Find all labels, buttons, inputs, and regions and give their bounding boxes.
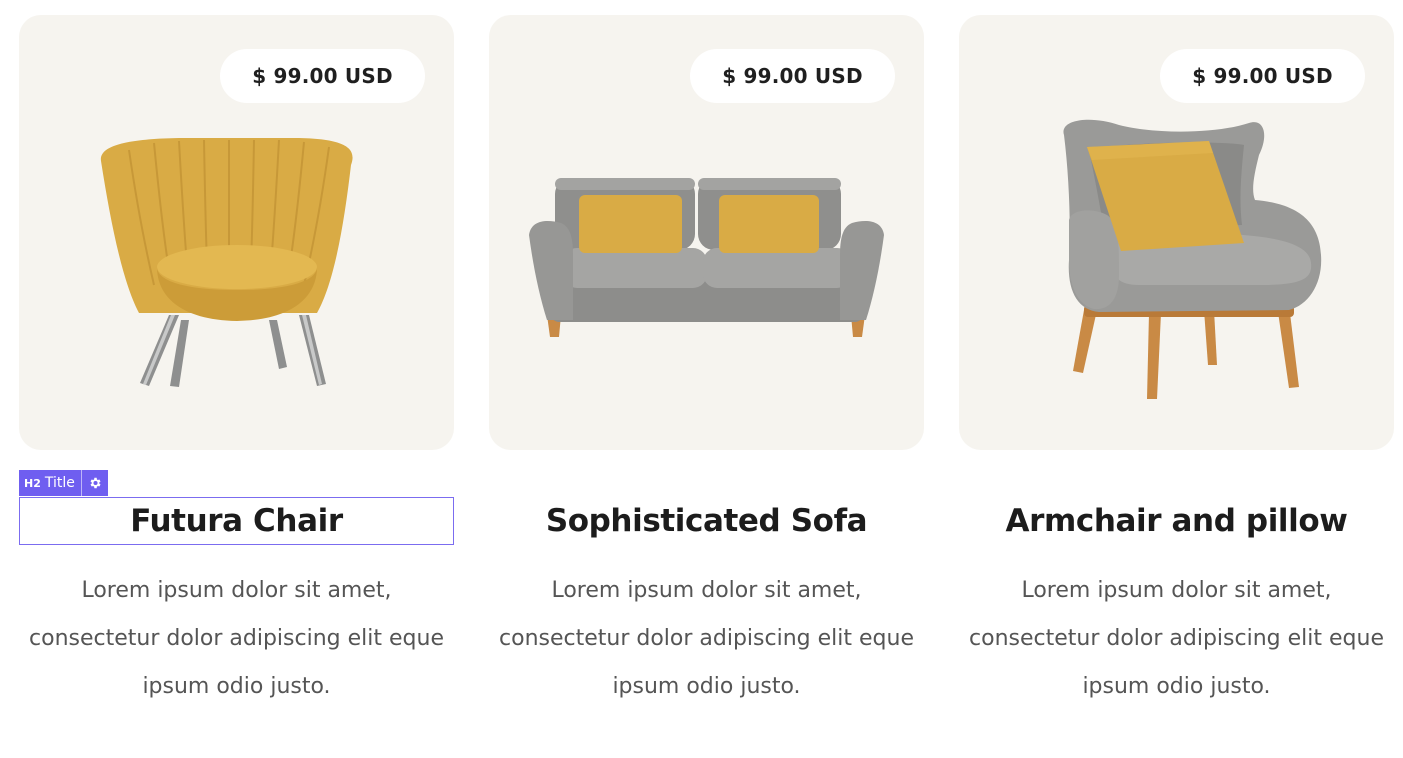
- product-card[interactable]: $ 99.00 USD Sophisticated Sofa Lorem ips…: [489, 15, 924, 711]
- editor-element-tag[interactable]: H2 Title: [19, 470, 108, 496]
- product-title[interactable]: Armchair and pillow: [1005, 503, 1347, 539]
- price-badge: $ 99.00 USD: [690, 49, 895, 103]
- product-title-wrapper[interactable]: Armchair and pillow: [959, 497, 1394, 545]
- product-description: Lorem ipsum dolor sit amet, consectetur …: [499, 578, 914, 699]
- product-title[interactable]: Futura Chair: [130, 503, 343, 539]
- product-image-box[interactable]: $ 99.00 USD: [19, 15, 454, 450]
- price-badge: $ 99.00 USD: [1160, 49, 1365, 103]
- product-title-wrapper[interactable]: Futura Chair: [19, 497, 454, 545]
- product-image-box[interactable]: $ 99.00 USD: [959, 15, 1394, 450]
- product-description: Lorem ipsum dolor sit amet, consectetur …: [969, 578, 1384, 699]
- product-card[interactable]: $ 99.00 USD Armchair and pillow Lorem ip…: [959, 15, 1394, 711]
- product-card[interactable]: $ 99.00 USD Futura Chair Lorem ipsum dol…: [19, 15, 454, 711]
- product-grid: $ 99.00 USD Futura Chair Lorem ipsum dol…: [0, 0, 1403, 758]
- product-title-wrapper[interactable]: Sophisticated Sofa: [489, 497, 924, 545]
- gear-icon: [90, 477, 101, 489]
- product-title[interactable]: Sophisticated Sofa: [546, 503, 868, 539]
- heading-level-icon: H2: [24, 476, 41, 490]
- element-type-name: Title: [44, 475, 75, 491]
- price-badge: $ 99.00 USD: [220, 49, 425, 103]
- element-settings-button[interactable]: [82, 470, 108, 496]
- element-type-label[interactable]: H2 Title: [19, 470, 82, 496]
- product-image-box[interactable]: $ 99.00 USD: [489, 15, 924, 450]
- product-description: Lorem ipsum dolor sit amet, consectetur …: [29, 578, 444, 699]
